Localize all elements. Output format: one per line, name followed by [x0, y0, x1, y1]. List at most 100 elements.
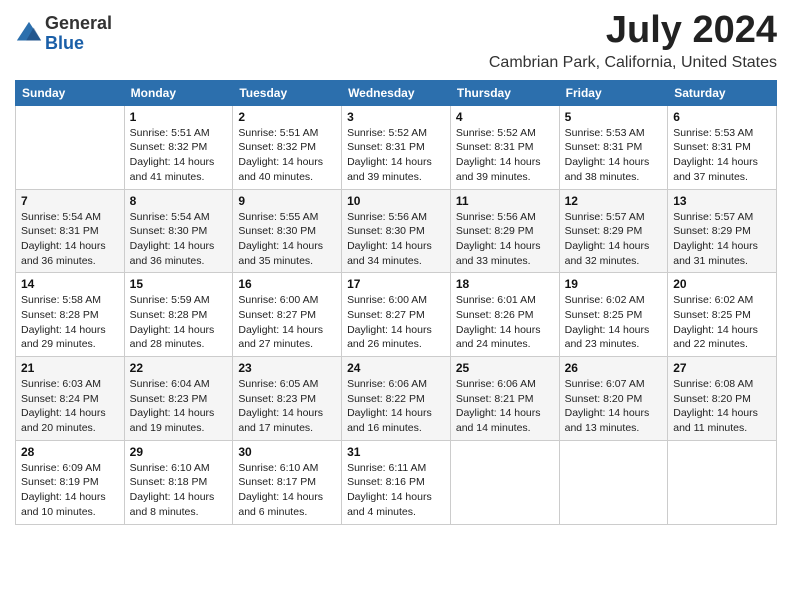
day-info: Sunrise: 6:03 AMSunset: 8:24 PMDaylight:…	[21, 377, 119, 436]
calendar-cell: 8 Sunrise: 5:54 AMSunset: 8:30 PMDaylight…	[124, 189, 233, 273]
calendar-cell: 31 Sunrise: 6:11 AMSunset: 8:16 PMDayligh…	[342, 440, 451, 524]
calendar-cell: 2 Sunrise: 5:51 AMSunset: 8:32 PMDaylight…	[233, 105, 342, 189]
logo-icon	[15, 20, 43, 48]
day-number: 5	[565, 110, 663, 124]
day-info: Sunrise: 6:00 AMSunset: 8:27 PMDaylight:…	[238, 293, 336, 352]
day-info: Sunrise: 5:51 AMSunset: 8:32 PMDaylight:…	[238, 126, 336, 185]
calendar-cell: 22 Sunrise: 6:04 AMSunset: 8:23 PMDayligh…	[124, 357, 233, 441]
day-number: 15	[130, 277, 228, 291]
day-number: 19	[565, 277, 663, 291]
calendar-header-row: SundayMondayTuesdayWednesdayThursdayFrid…	[16, 80, 777, 105]
calendar-cell: 16Sunrise: 6:00 AMSunset: 8:27 PMDayligh…	[233, 273, 342, 357]
calendar-cell: 4 Sunrise: 5:52 AMSunset: 8:31 PMDaylight…	[450, 105, 559, 189]
calendar-table: SundayMondayTuesdayWednesdayThursdayFrid…	[15, 80, 777, 525]
calendar-cell	[450, 440, 559, 524]
calendar-cell: 3 Sunrise: 5:52 AMSunset: 8:31 PMDaylight…	[342, 105, 451, 189]
day-number: 24	[347, 361, 445, 375]
calendar-cell: 28 Sunrise: 6:09 AMSunset: 8:19 PMDayligh…	[16, 440, 125, 524]
calendar-cell: 14 Sunrise: 5:58 AMSunset: 8:28 PMDayligh…	[16, 273, 125, 357]
page-header: General Blue July 2024 Cambrian Park, Ca…	[15, 10, 777, 72]
day-number: 20	[673, 277, 771, 291]
day-number: 28	[21, 445, 119, 459]
calendar-cell: 7 Sunrise: 5:54 AMSunset: 8:31 PMDaylight…	[16, 189, 125, 273]
day-number: 7	[21, 194, 119, 208]
day-number: 3	[347, 110, 445, 124]
day-number: 13	[673, 194, 771, 208]
calendar-week-row: 1Sunrise: 5:51 AMSunset: 8:32 PMDaylight…	[16, 105, 777, 189]
calendar-week-row: 7 Sunrise: 5:54 AMSunset: 8:31 PMDaylight…	[16, 189, 777, 273]
day-info: Sunrise: 5:54 AMSunset: 8:31 PMDaylight:…	[21, 210, 119, 269]
calendar-cell: 1Sunrise: 5:51 AMSunset: 8:32 PMDaylight…	[124, 105, 233, 189]
calendar-cell: 27 Sunrise: 6:08 AMSunset: 8:20 PMDayligh…	[668, 357, 777, 441]
weekday-header-thursday: Thursday	[450, 80, 559, 105]
location-title: Cambrian Park, California, United States	[489, 54, 777, 72]
logo-general: General	[45, 14, 112, 34]
calendar-cell: 23Sunrise: 6:05 AMSunset: 8:23 PMDayligh…	[233, 357, 342, 441]
month-title: July 2024	[489, 10, 777, 52]
calendar-cell: 30Sunrise: 6:10 AMSunset: 8:17 PMDayligh…	[233, 440, 342, 524]
weekday-header-monday: Monday	[124, 80, 233, 105]
day-info: Sunrise: 6:02 AMSunset: 8:25 PMDaylight:…	[673, 293, 771, 352]
weekday-header-friday: Friday	[559, 80, 668, 105]
day-info: Sunrise: 6:04 AMSunset: 8:23 PMDaylight:…	[130, 377, 228, 436]
day-info: Sunrise: 5:55 AMSunset: 8:30 PMDaylight:…	[238, 210, 336, 269]
day-info: Sunrise: 5:53 AMSunset: 8:31 PMDaylight:…	[565, 126, 663, 185]
day-info: Sunrise: 5:53 AMSunset: 8:31 PMDaylight:…	[673, 126, 771, 185]
day-number: 17	[347, 277, 445, 291]
day-info: Sunrise: 5:52 AMSunset: 8:31 PMDaylight:…	[456, 126, 554, 185]
calendar-week-row: 14 Sunrise: 5:58 AMSunset: 8:28 PMDayligh…	[16, 273, 777, 357]
logo-blue: Blue	[45, 34, 112, 54]
logo-text: General Blue	[45, 14, 112, 54]
day-number: 18	[456, 277, 554, 291]
calendar-cell: 6 Sunrise: 5:53 AMSunset: 8:31 PMDaylight…	[668, 105, 777, 189]
calendar-cell: 17 Sunrise: 6:00 AMSunset: 8:27 PMDayligh…	[342, 273, 451, 357]
day-info: Sunrise: 6:06 AMSunset: 8:21 PMDaylight:…	[456, 377, 554, 436]
day-number: 25	[456, 361, 554, 375]
day-info: Sunrise: 6:09 AMSunset: 8:19 PMDaylight:…	[21, 461, 119, 520]
day-number: 31	[347, 445, 445, 459]
day-number: 8	[130, 194, 228, 208]
calendar-cell: 11Sunrise: 5:56 AMSunset: 8:29 PMDayligh…	[450, 189, 559, 273]
day-info: Sunrise: 6:11 AMSunset: 8:16 PMDaylight:…	[347, 461, 445, 520]
day-number: 12	[565, 194, 663, 208]
day-number: 9	[238, 194, 336, 208]
day-number: 30	[238, 445, 336, 459]
day-info: Sunrise: 5:58 AMSunset: 8:28 PMDaylight:…	[21, 293, 119, 352]
day-number: 21	[21, 361, 119, 375]
calendar-cell: 10Sunrise: 5:56 AMSunset: 8:30 PMDayligh…	[342, 189, 451, 273]
weekday-header-wednesday: Wednesday	[342, 80, 451, 105]
weekday-header-tuesday: Tuesday	[233, 80, 342, 105]
day-number: 27	[673, 361, 771, 375]
calendar-cell	[559, 440, 668, 524]
calendar-cell: 9 Sunrise: 5:55 AMSunset: 8:30 PMDaylight…	[233, 189, 342, 273]
calendar-cell: 18Sunrise: 6:01 AMSunset: 8:26 PMDayligh…	[450, 273, 559, 357]
day-info: Sunrise: 6:08 AMSunset: 8:20 PMDaylight:…	[673, 377, 771, 436]
calendar-cell: 26 Sunrise: 6:07 AMSunset: 8:20 PMDayligh…	[559, 357, 668, 441]
calendar-cell: 5 Sunrise: 5:53 AMSunset: 8:31 PMDaylight…	[559, 105, 668, 189]
day-info: Sunrise: 5:52 AMSunset: 8:31 PMDaylight:…	[347, 126, 445, 185]
day-info: Sunrise: 5:57 AMSunset: 8:29 PMDaylight:…	[673, 210, 771, 269]
day-number: 2	[238, 110, 336, 124]
day-info: Sunrise: 6:07 AMSunset: 8:20 PMDaylight:…	[565, 377, 663, 436]
day-number: 4	[456, 110, 554, 124]
day-number: 29	[130, 445, 228, 459]
day-number: 6	[673, 110, 771, 124]
day-number: 26	[565, 361, 663, 375]
title-block: July 2024 Cambrian Park, California, Uni…	[489, 10, 777, 72]
logo: General Blue	[15, 14, 112, 54]
day-info: Sunrise: 5:59 AMSunset: 8:28 PMDaylight:…	[130, 293, 228, 352]
calendar-cell: 15 Sunrise: 5:59 AMSunset: 8:28 PMDayligh…	[124, 273, 233, 357]
day-info: Sunrise: 5:57 AMSunset: 8:29 PMDaylight:…	[565, 210, 663, 269]
calendar-cell: 24Sunrise: 6:06 AMSunset: 8:22 PMDayligh…	[342, 357, 451, 441]
day-info: Sunrise: 5:54 AMSunset: 8:30 PMDaylight:…	[130, 210, 228, 269]
day-info: Sunrise: 6:02 AMSunset: 8:25 PMDaylight:…	[565, 293, 663, 352]
day-number: 22	[130, 361, 228, 375]
calendar-cell: 19 Sunrise: 6:02 AMSunset: 8:25 PMDayligh…	[559, 273, 668, 357]
calendar-cell: 13 Sunrise: 5:57 AMSunset: 8:29 PMDayligh…	[668, 189, 777, 273]
day-info: Sunrise: 6:05 AMSunset: 8:23 PMDaylight:…	[238, 377, 336, 436]
day-info: Sunrise: 6:00 AMSunset: 8:27 PMDaylight:…	[347, 293, 445, 352]
day-number: 14	[21, 277, 119, 291]
calendar-week-row: 28 Sunrise: 6:09 AMSunset: 8:19 PMDayligh…	[16, 440, 777, 524]
day-info: Sunrise: 5:56 AMSunset: 8:30 PMDaylight:…	[347, 210, 445, 269]
day-info: Sunrise: 6:10 AMSunset: 8:18 PMDaylight:…	[130, 461, 228, 520]
